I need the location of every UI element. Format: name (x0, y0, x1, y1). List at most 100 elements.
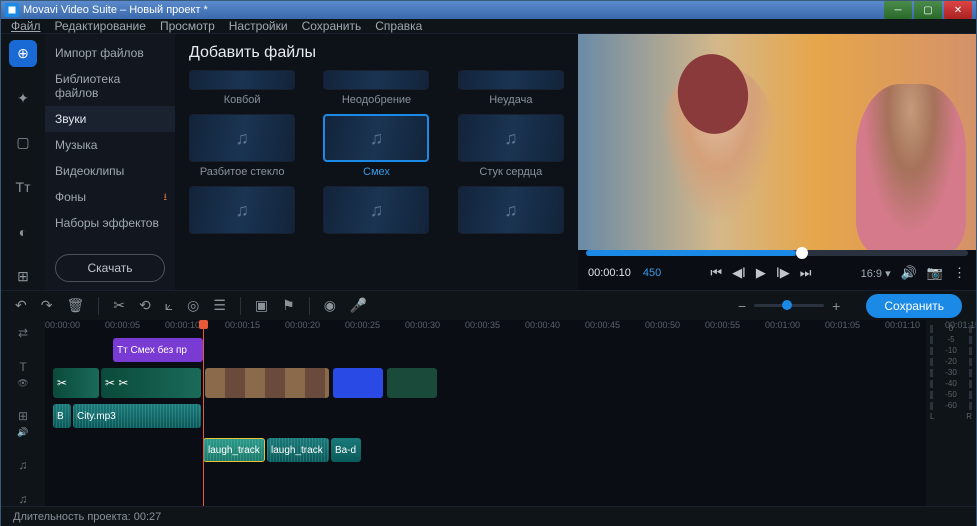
ruler-tick: 00:00:30 (405, 320, 440, 330)
import-icon[interactable]: ⊕ (9, 40, 37, 67)
aspect-icon[interactable]: ▢ (9, 129, 37, 156)
media-tile[interactable]: ♫ (189, 114, 295, 162)
sidebar-item-import[interactable]: Импорт файлов (45, 40, 175, 66)
volume-icon[interactable]: 🔊 (901, 265, 917, 281)
zoom-in-button[interactable]: + (832, 298, 840, 314)
color-button[interactable]: ◎ (187, 297, 199, 314)
tile-label: Неудача (489, 94, 532, 106)
preview-panel: 00:00:10450 ⏮ ◀Ⅰ ▶ Ⅰ▶ ⏭ 16:9 ▾ 🔊 📷 ⋮ (578, 34, 976, 290)
scrub-bar[interactable] (586, 250, 968, 256)
menu-help[interactable]: Справка (375, 19, 422, 33)
add-track-button[interactable]: ⇄ (18, 326, 28, 340)
audio2-track-icon[interactable]: ♫ (19, 492, 28, 506)
media-tile[interactable] (189, 70, 295, 90)
sidebar-item-library[interactable]: Библиотека файлов (45, 66, 175, 106)
image-clip[interactable] (333, 368, 383, 398)
media-tile-selected[interactable]: ♫ (323, 114, 429, 162)
audio-clip-selected[interactable]: laugh_track (203, 438, 265, 462)
save-button[interactable]: Сохранить (866, 294, 962, 318)
next-button[interactable]: ⏭ (800, 265, 812, 281)
video-clip[interactable]: ✂ (53, 368, 99, 398)
ruler-tick: 00:00:40 (525, 320, 560, 330)
aspect-ratio[interactable]: 16:9 ▾ (861, 267, 891, 280)
sidebar-item-effects[interactable]: Наборы эффектов (45, 210, 175, 236)
prev-button[interactable]: ⏮ (710, 265, 722, 281)
meter-row: -30 (930, 368, 972, 377)
play-button[interactable]: ▶ (756, 265, 766, 281)
timeline-ruler[interactable]: 00:00:0000:00:0500:00:1000:00:1500:00:20… (45, 320, 926, 336)
title-clip[interactable]: Tᴛ Смех без пр (113, 338, 203, 362)
minimize-button[interactable]: ─ (884, 1, 912, 19)
media-tile[interactable]: ♫ (458, 114, 564, 162)
menu-view[interactable]: Просмотр (160, 19, 215, 33)
ruler-tick: 00:01:15 (945, 320, 976, 330)
ruler-tick: 00:00:05 (105, 320, 140, 330)
audio-clip[interactable]: Ba-d (331, 438, 361, 462)
ruler-tick: 00:00:15 (225, 320, 260, 330)
audio-clip[interactable]: B (53, 404, 71, 428)
ruler-tick: 00:00:20 (285, 320, 320, 330)
media-tile[interactable]: ♫ (323, 186, 429, 234)
audio-clip[interactable]: City.mp3 (73, 404, 201, 428)
zoom-out-button[interactable]: − (738, 298, 746, 314)
delete-button[interactable]: 🗑 (66, 297, 84, 314)
titlebar[interactable]: Movavi Video Suite – Новый проект * ─ ▢ … (1, 1, 976, 19)
step-fwd-button[interactable]: Ⅰ▶ (776, 265, 790, 281)
media-tile[interactable]: ♫ (189, 186, 295, 234)
timeline-toolbar: ↶ ↷ 🗑 ✂ ⟲ ⟀ ◎ ☰ ▣ ⚑ ◉ 🎤 − + Сохранить (1, 290, 976, 320)
media-tile[interactable] (458, 70, 564, 90)
sidebar-item-sounds[interactable]: Звуки (45, 106, 175, 132)
menu-edit[interactable]: Редактирование (55, 19, 146, 33)
menu-file[interactable]: Файл (11, 19, 41, 33)
apps-icon[interactable]: ⊞ (9, 263, 37, 290)
text-icon[interactable]: Tᴛ (9, 174, 37, 201)
video-clip[interactable] (205, 368, 329, 398)
step-back-button[interactable]: ◀Ⅰ (732, 265, 746, 281)
frame-display: 450 (643, 267, 661, 279)
crop-button[interactable]: ⟀ (165, 297, 173, 314)
playhead[interactable] (203, 320, 204, 506)
maximize-button[interactable]: ▢ (914, 1, 942, 19)
ruler-tick: 00:01:10 (885, 320, 920, 330)
title-track-icon[interactable]: T 👁 (17, 360, 28, 389)
rotate-button[interactable]: ⟲ (139, 297, 151, 314)
video-clip[interactable]: ✂ ✂ (101, 368, 201, 398)
video-preview[interactable] (578, 34, 976, 250)
cut-button[interactable]: ✂ (113, 297, 125, 314)
audio-clip[interactable]: laugh_track (267, 438, 329, 462)
mic-button[interactable]: 🎤 (350, 297, 367, 314)
snapshot-icon[interactable]: 📷 (927, 265, 943, 281)
close-button[interactable]: ✕ (944, 1, 972, 19)
marker-button[interactable]: ⚑ (282, 297, 295, 314)
media-tile[interactable]: ♫ (458, 186, 564, 234)
redo-button[interactable]: ↷ (41, 297, 53, 314)
meter-row: -40 (930, 379, 972, 388)
zoom-slider[interactable] (754, 304, 824, 307)
ruler-tick: 00:00:00 (45, 320, 80, 330)
moon-icon[interactable]: ◐ (9, 219, 37, 246)
scrub-handle[interactable] (796, 247, 808, 259)
ruler-tick: 00:01:05 (825, 320, 860, 330)
image-clip[interactable] (387, 368, 437, 398)
undo-button[interactable]: ↶ (15, 297, 27, 314)
audio-track-icon[interactable]: ♫ (19, 458, 28, 472)
timeline-body[interactable]: 00:00:0000:00:0500:00:1000:00:1500:00:20… (45, 320, 926, 506)
transition-button[interactable]: ▣ (255, 297, 268, 314)
sidebar-item-music[interactable]: Музыка (45, 132, 175, 158)
meter-row: -50 (930, 390, 972, 399)
sidebar-item-backgrounds[interactable]: Фоны⭳ (45, 184, 175, 210)
more-icon[interactable]: ⋮ (953, 265, 966, 281)
sidebar-item-clips[interactable]: Видеоклипы (45, 158, 175, 184)
meter-row: -20 (930, 357, 972, 366)
menu-settings[interactable]: Настройки (229, 19, 288, 33)
left-toolstrip: ⊕ ✦ ▢ Tᴛ ◐ ⊞ (1, 34, 45, 290)
download-button[interactable]: Скачать (55, 254, 165, 282)
adjust-button[interactable]: ☰ (213, 297, 226, 314)
menu-save[interactable]: Сохранить (302, 19, 362, 33)
media-tile[interactable] (323, 70, 429, 90)
duration-value: 00:27 (134, 511, 162, 523)
wand-icon[interactable]: ✦ (9, 85, 37, 112)
record-button[interactable]: ◉ (324, 297, 336, 314)
tile-label: Ковбой (224, 94, 261, 106)
video-track-icon[interactable]: ⊞ 🔊 (17, 409, 28, 438)
